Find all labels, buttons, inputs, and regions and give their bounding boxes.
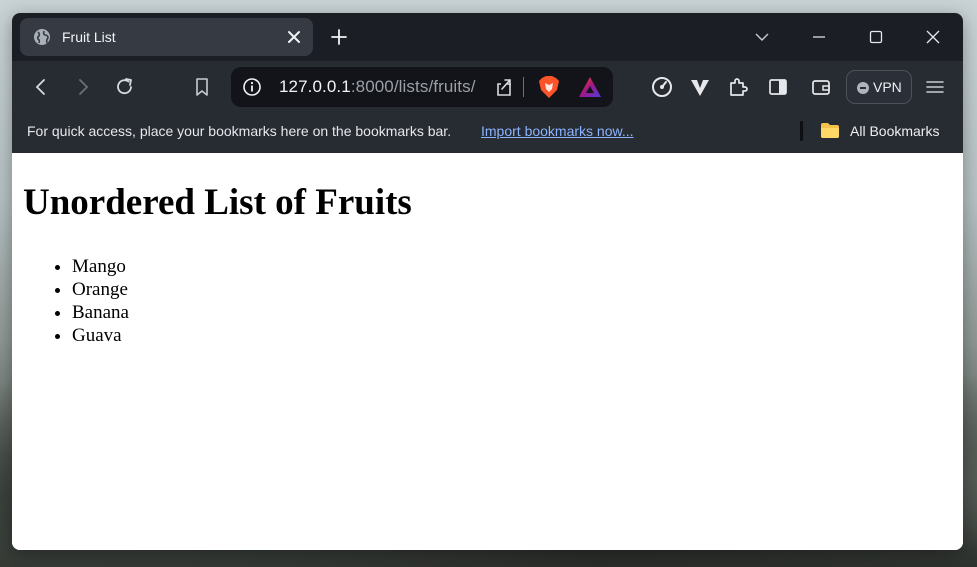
list-item: Mango <box>72 255 129 278</box>
sidebar-icon[interactable] <box>767 76 789 98</box>
address-bar[interactable]: 127.0.0.1:8000/lists/fruits/ <box>231 67 613 107</box>
folder-icon <box>821 123 839 138</box>
vee-icon[interactable] <box>689 76 711 98</box>
plus-icon[interactable] <box>330 28 348 46</box>
vpn-status-icon <box>857 82 869 94</box>
browser-window: Fruit List 127.0.0.1:8000/lists/fruits/ … <box>12 13 963 550</box>
bookmarks-hint: For quick access, place your bookmarks h… <box>27 123 452 139</box>
maximize-icon[interactable] <box>866 27 886 47</box>
forward-icon[interactable] <box>72 76 94 98</box>
url-text: 127.0.0.1:8000/lists/fruits/ <box>279 77 476 97</box>
tab-fruit-list[interactable]: Fruit List <box>20 18 313 56</box>
url-host: 127.0.0.1 <box>279 77 351 96</box>
tab-strip: Fruit List <box>12 13 963 61</box>
page-content: Unordered List of Fruits Mango Orange Ba… <box>12 153 963 550</box>
toolbar: 127.0.0.1:8000/lists/fruits/ VPN <box>12 61 963 113</box>
close-icon[interactable] <box>286 29 302 45</box>
bookmark-icon[interactable] <box>191 76 213 98</box>
minimize-icon[interactable] <box>809 27 829 47</box>
all-bookmarks-button[interactable]: All Bookmarks <box>850 123 939 139</box>
share-icon[interactable] <box>493 76 515 98</box>
page-heading: Unordered List of Fruits <box>23 182 412 223</box>
globe-icon <box>34 29 50 45</box>
wallet-icon[interactable] <box>810 76 832 98</box>
bookmarks-divider <box>800 121 803 141</box>
info-icon[interactable] <box>242 77 262 97</box>
bookmarks-bar: For quick access, place your bookmarks h… <box>12 113 963 153</box>
vpn-label: VPN <box>873 79 902 95</box>
list-item: Guava <box>72 324 129 347</box>
chevron-down-icon[interactable] <box>752 27 772 47</box>
omnibox-separator <box>523 77 524 97</box>
list-item: Orange <box>72 278 129 301</box>
window-close-icon[interactable] <box>923 27 943 47</box>
list-item: Banana <box>72 301 129 324</box>
menu-icon[interactable] <box>924 76 946 98</box>
url-path: :8000/lists/fruits/ <box>350 77 476 96</box>
reload-icon[interactable] <box>114 76 136 98</box>
back-icon[interactable] <box>30 76 52 98</box>
brave-shield-icon[interactable] <box>538 75 560 99</box>
fruit-list: Mango Orange Banana Guava <box>72 255 129 347</box>
extensions-icon[interactable] <box>727 76 749 98</box>
import-bookmarks-link[interactable]: Import bookmarks now... <box>481 123 634 139</box>
vpn-button[interactable]: VPN <box>846 70 912 104</box>
tab-title: Fruit List <box>62 29 116 45</box>
brave-rewards-icon[interactable] <box>578 76 602 98</box>
speedometer-icon[interactable] <box>651 76 673 98</box>
